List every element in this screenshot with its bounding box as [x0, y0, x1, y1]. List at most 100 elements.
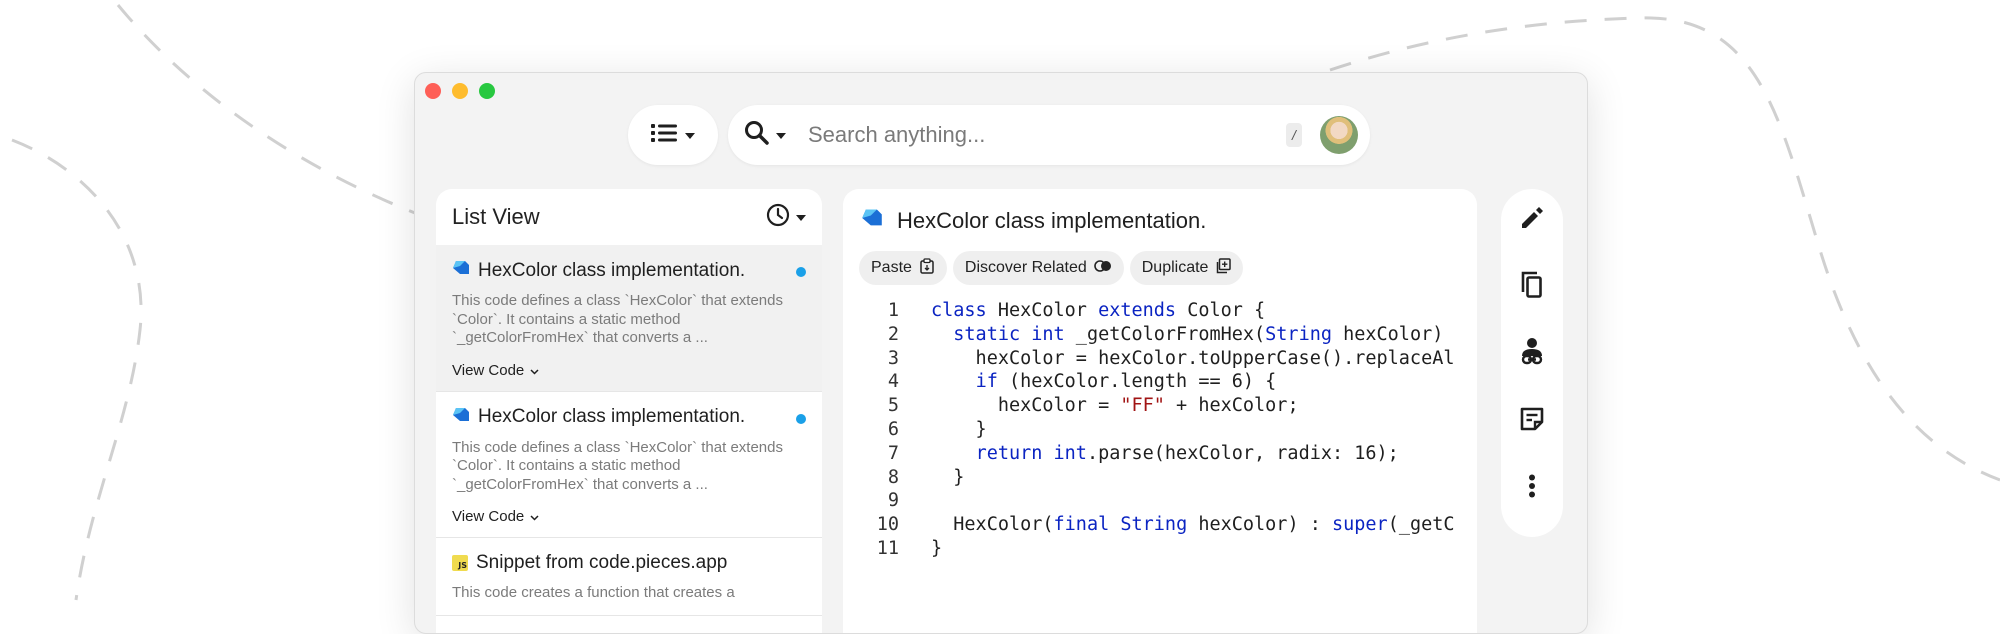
- code-text: return int.parse(hexColor, radix: 16);: [975, 442, 1399, 464]
- code-text: }: [931, 537, 943, 559]
- list-header: List View: [436, 189, 822, 245]
- discover-related-label: Discover Related: [964, 259, 1087, 276]
- copy-icon: [1518, 270, 1546, 305]
- line-number: 2: [887, 323, 899, 345]
- paste-label: Paste: [871, 259, 912, 276]
- paste-button[interactable]: Paste: [859, 251, 947, 285]
- list-item[interactable]: HexColor class implementation. This code…: [436, 392, 822, 538]
- code-text: if (hexColor.length == 6) {: [975, 371, 1277, 393]
- list-item[interactable]: HexColor class implementation. This code…: [436, 245, 822, 392]
- code-text: }: [931, 418, 987, 440]
- notes-icon: [1518, 405, 1546, 438]
- code-line: 8 }: [843, 466, 1463, 490]
- search-icon: [744, 120, 770, 151]
- minimize-window-button[interactable]: [452, 83, 468, 99]
- code-line: 4 if (hexColor.length == 6) {: [843, 370, 1463, 394]
- avatar[interactable]: [1320, 116, 1358, 154]
- code-line: 7 return int.parse(hexColor, radix: 16);: [843, 442, 1463, 466]
- list-item-description: This code defines a class `HexColor` tha…: [452, 292, 783, 346]
- code-text: }: [931, 466, 965, 488]
- detail-title: HexColor class implementation.: [897, 207, 1207, 233]
- close-window-button[interactable]: [425, 83, 441, 99]
- line-number: 4: [887, 371, 899, 393]
- search-mode-button[interactable]: [744, 120, 786, 151]
- line-number: 11: [876, 537, 899, 559]
- list-item-description: This code defines a class `HexColor` tha…: [452, 438, 783, 493]
- code-line: 10 HexColor(final String hexColor) : sup…: [843, 513, 1463, 537]
- chevron-down-icon: [796, 208, 806, 226]
- list-item-description: This code creates a function that create…: [452, 584, 735, 601]
- duplicate-button[interactable]: Duplicate: [1129, 251, 1244, 285]
- list-title: List View: [452, 204, 540, 229]
- line-number: 9: [887, 490, 899, 512]
- share-icon: [1518, 336, 1546, 373]
- view-code-label: View Code: [452, 508, 525, 525]
- list-item-title: HexColor class implementation.: [478, 259, 746, 281]
- code-text: class HexColor extends Color {: [931, 300, 1266, 321]
- code-line: 9: [843, 489, 1463, 513]
- unread-indicator: [796, 267, 806, 277]
- code-line: 2 static int _getColorFromHex(String hex…: [843, 323, 1463, 347]
- line-number: 1: [887, 300, 899, 321]
- dart-icon: [452, 259, 470, 282]
- list-icon: [651, 123, 677, 148]
- dart-icon: [452, 406, 470, 429]
- detail-panel: HexColor class implementation. Paste Dis…: [843, 189, 1477, 633]
- chevron-down-icon: [776, 126, 786, 144]
- copy-button[interactable]: [1510, 268, 1554, 306]
- js-badge: JS: [458, 561, 467, 570]
- code-text: hexColor = hexColor.toUpperCase().replac…: [931, 347, 1455, 369]
- line-number: 10: [876, 514, 899, 536]
- notes-button[interactable]: [1510, 403, 1554, 441]
- more-icon: [1528, 474, 1536, 503]
- code-text: hexColor = "FF" + hexColor;: [931, 395, 1299, 417]
- toggle-icon: [1093, 259, 1112, 278]
- code-text: static int _getColorFromHex(String hexCo…: [953, 323, 1444, 345]
- sort-by-recent-button[interactable]: [766, 203, 806, 232]
- app-window: Search anything... / List View HexColor …: [414, 72, 1588, 634]
- chevron-down-icon: [530, 362, 539, 379]
- code-viewer[interactable]: 1 class HexColor extends Color { 2 static…: [843, 299, 1463, 561]
- chevron-down-icon: [530, 508, 539, 525]
- clock-icon: [766, 203, 790, 232]
- search-input[interactable]: Search anything...: [808, 122, 1286, 148]
- detail-action-chips: Paste Discover Related Duplicate: [859, 251, 1244, 285]
- line-number: 3: [887, 347, 899, 369]
- edit-button[interactable]: [1510, 201, 1554, 239]
- list-item-title: HexColor class implementation.: [478, 406, 746, 427]
- view-code-button[interactable]: View Code: [452, 362, 806, 379]
- list-item[interactable]: JS Snippet from code.pieces.app This cod…: [436, 538, 822, 616]
- line-number: 7: [887, 442, 899, 464]
- view-mode-button[interactable]: [628, 105, 718, 165]
- dart-icon: [861, 207, 883, 234]
- code-text: HexColor(final String hexColor) : super(…: [931, 514, 1455, 536]
- unread-indicator: [796, 413, 806, 424]
- code-line: 5 hexColor = "FF" + hexColor;: [843, 394, 1463, 418]
- code-line: 11}: [843, 537, 1463, 561]
- share-button[interactable]: [1510, 335, 1554, 373]
- line-number: 8: [887, 466, 899, 488]
- line-number: 6: [887, 418, 899, 440]
- detail-header: HexColor class implementation.: [861, 207, 1206, 234]
- js-icon: JS: [452, 555, 468, 571]
- discover-related-button[interactable]: Discover Related: [952, 251, 1124, 285]
- search-bar[interactable]: Search anything... /: [728, 105, 1370, 165]
- code-line: 1 class HexColor extends Color {: [843, 299, 1463, 323]
- list-panel: List View HexColor class implementation.…: [436, 189, 822, 633]
- line-number: 5: [887, 395, 899, 417]
- code-line: 3 hexColor = hexColor.toUpperCase().repl…: [843, 347, 1463, 371]
- view-code-button[interactable]: View Code: [452, 508, 806, 525]
- edit-icon: [1518, 204, 1546, 237]
- duplicate-icon: [1215, 257, 1232, 279]
- more-button[interactable]: [1510, 470, 1554, 508]
- duplicate-label: Duplicate: [1141, 259, 1209, 276]
- search-shortcut-hint: /: [1286, 123, 1302, 147]
- list-item-title: Snippet from code.pieces.app: [476, 552, 728, 573]
- chevron-down-icon: [685, 126, 695, 144]
- zoom-window-button[interactable]: [479, 83, 495, 99]
- window-controls: [425, 83, 495, 99]
- action-rail: [1501, 189, 1563, 537]
- clipboard-icon: [919, 257, 935, 279]
- code-line: 6 }: [843, 418, 1463, 442]
